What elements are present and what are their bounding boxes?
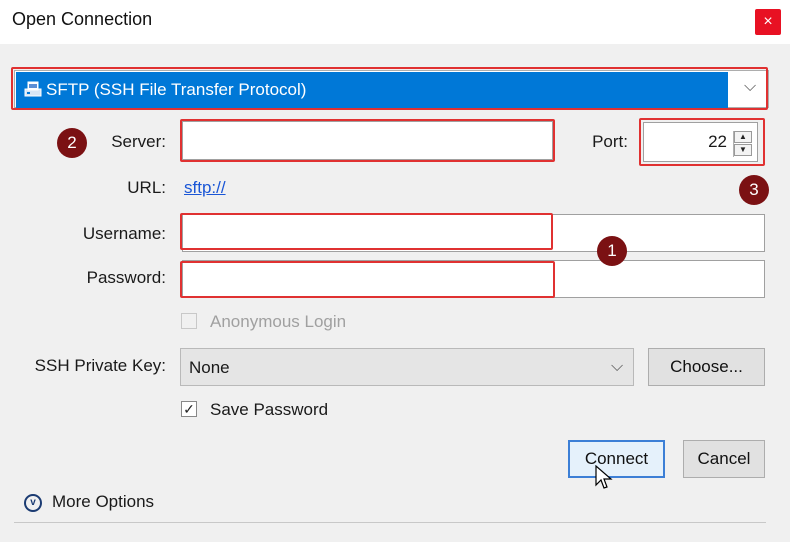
cancel-button[interactable]: Cancel <box>683 440 765 478</box>
username-highlight-box <box>180 213 553 250</box>
annotation-badge-2: 2 <box>57 128 87 158</box>
check-icon: ✓ <box>183 401 195 417</box>
connect-button[interactable]: Connect <box>568 440 665 478</box>
chevron-down-icon: ⌵ <box>611 358 624 375</box>
port-label: Port: <box>592 132 628 151</box>
divider <box>14 522 766 523</box>
window-title: Open Connection <box>12 9 153 29</box>
anonymous-login-checkbox[interactable] <box>181 313 197 329</box>
anonymous-login-label: Anonymous Login <box>210 312 347 331</box>
choose-key-button[interactable]: Choose... <box>648 348 765 386</box>
chevron-down-circle-icon[interactable]: v <box>24 494 42 512</box>
save-password-checkbox[interactable]: ✓ <box>181 401 197 417</box>
url-link[interactable]: sftp:// <box>184 178 226 198</box>
username-label: Username: <box>82 224 166 243</box>
server-highlight-box <box>180 119 555 162</box>
ssh-key-value: None <box>189 358 230 377</box>
server-label: Server: <box>111 132 166 151</box>
annotation-badge-1: 1 <box>597 236 627 266</box>
password-label: Password: <box>86 268 166 287</box>
ssh-key-select[interactable]: None ⌵ <box>180 348 634 386</box>
annotation-badge-3: 3 <box>739 175 769 205</box>
save-password-label: Save Password <box>210 400 329 419</box>
chevron-down-icon[interactable]: ⌵ <box>744 78 756 96</box>
mouse-cursor-icon <box>595 465 613 489</box>
url-label: URL: <box>127 178 166 197</box>
port-highlight-box <box>639 118 765 166</box>
more-options-link[interactable]: More Options <box>52 492 154 512</box>
ssh-key-label: SSH Private Key: <box>34 356 166 375</box>
protocol-highlight-box <box>11 67 768 110</box>
close-button[interactable]: × <box>755 9 781 35</box>
close-icon: × <box>763 13 773 30</box>
password-highlight-box <box>180 261 555 298</box>
